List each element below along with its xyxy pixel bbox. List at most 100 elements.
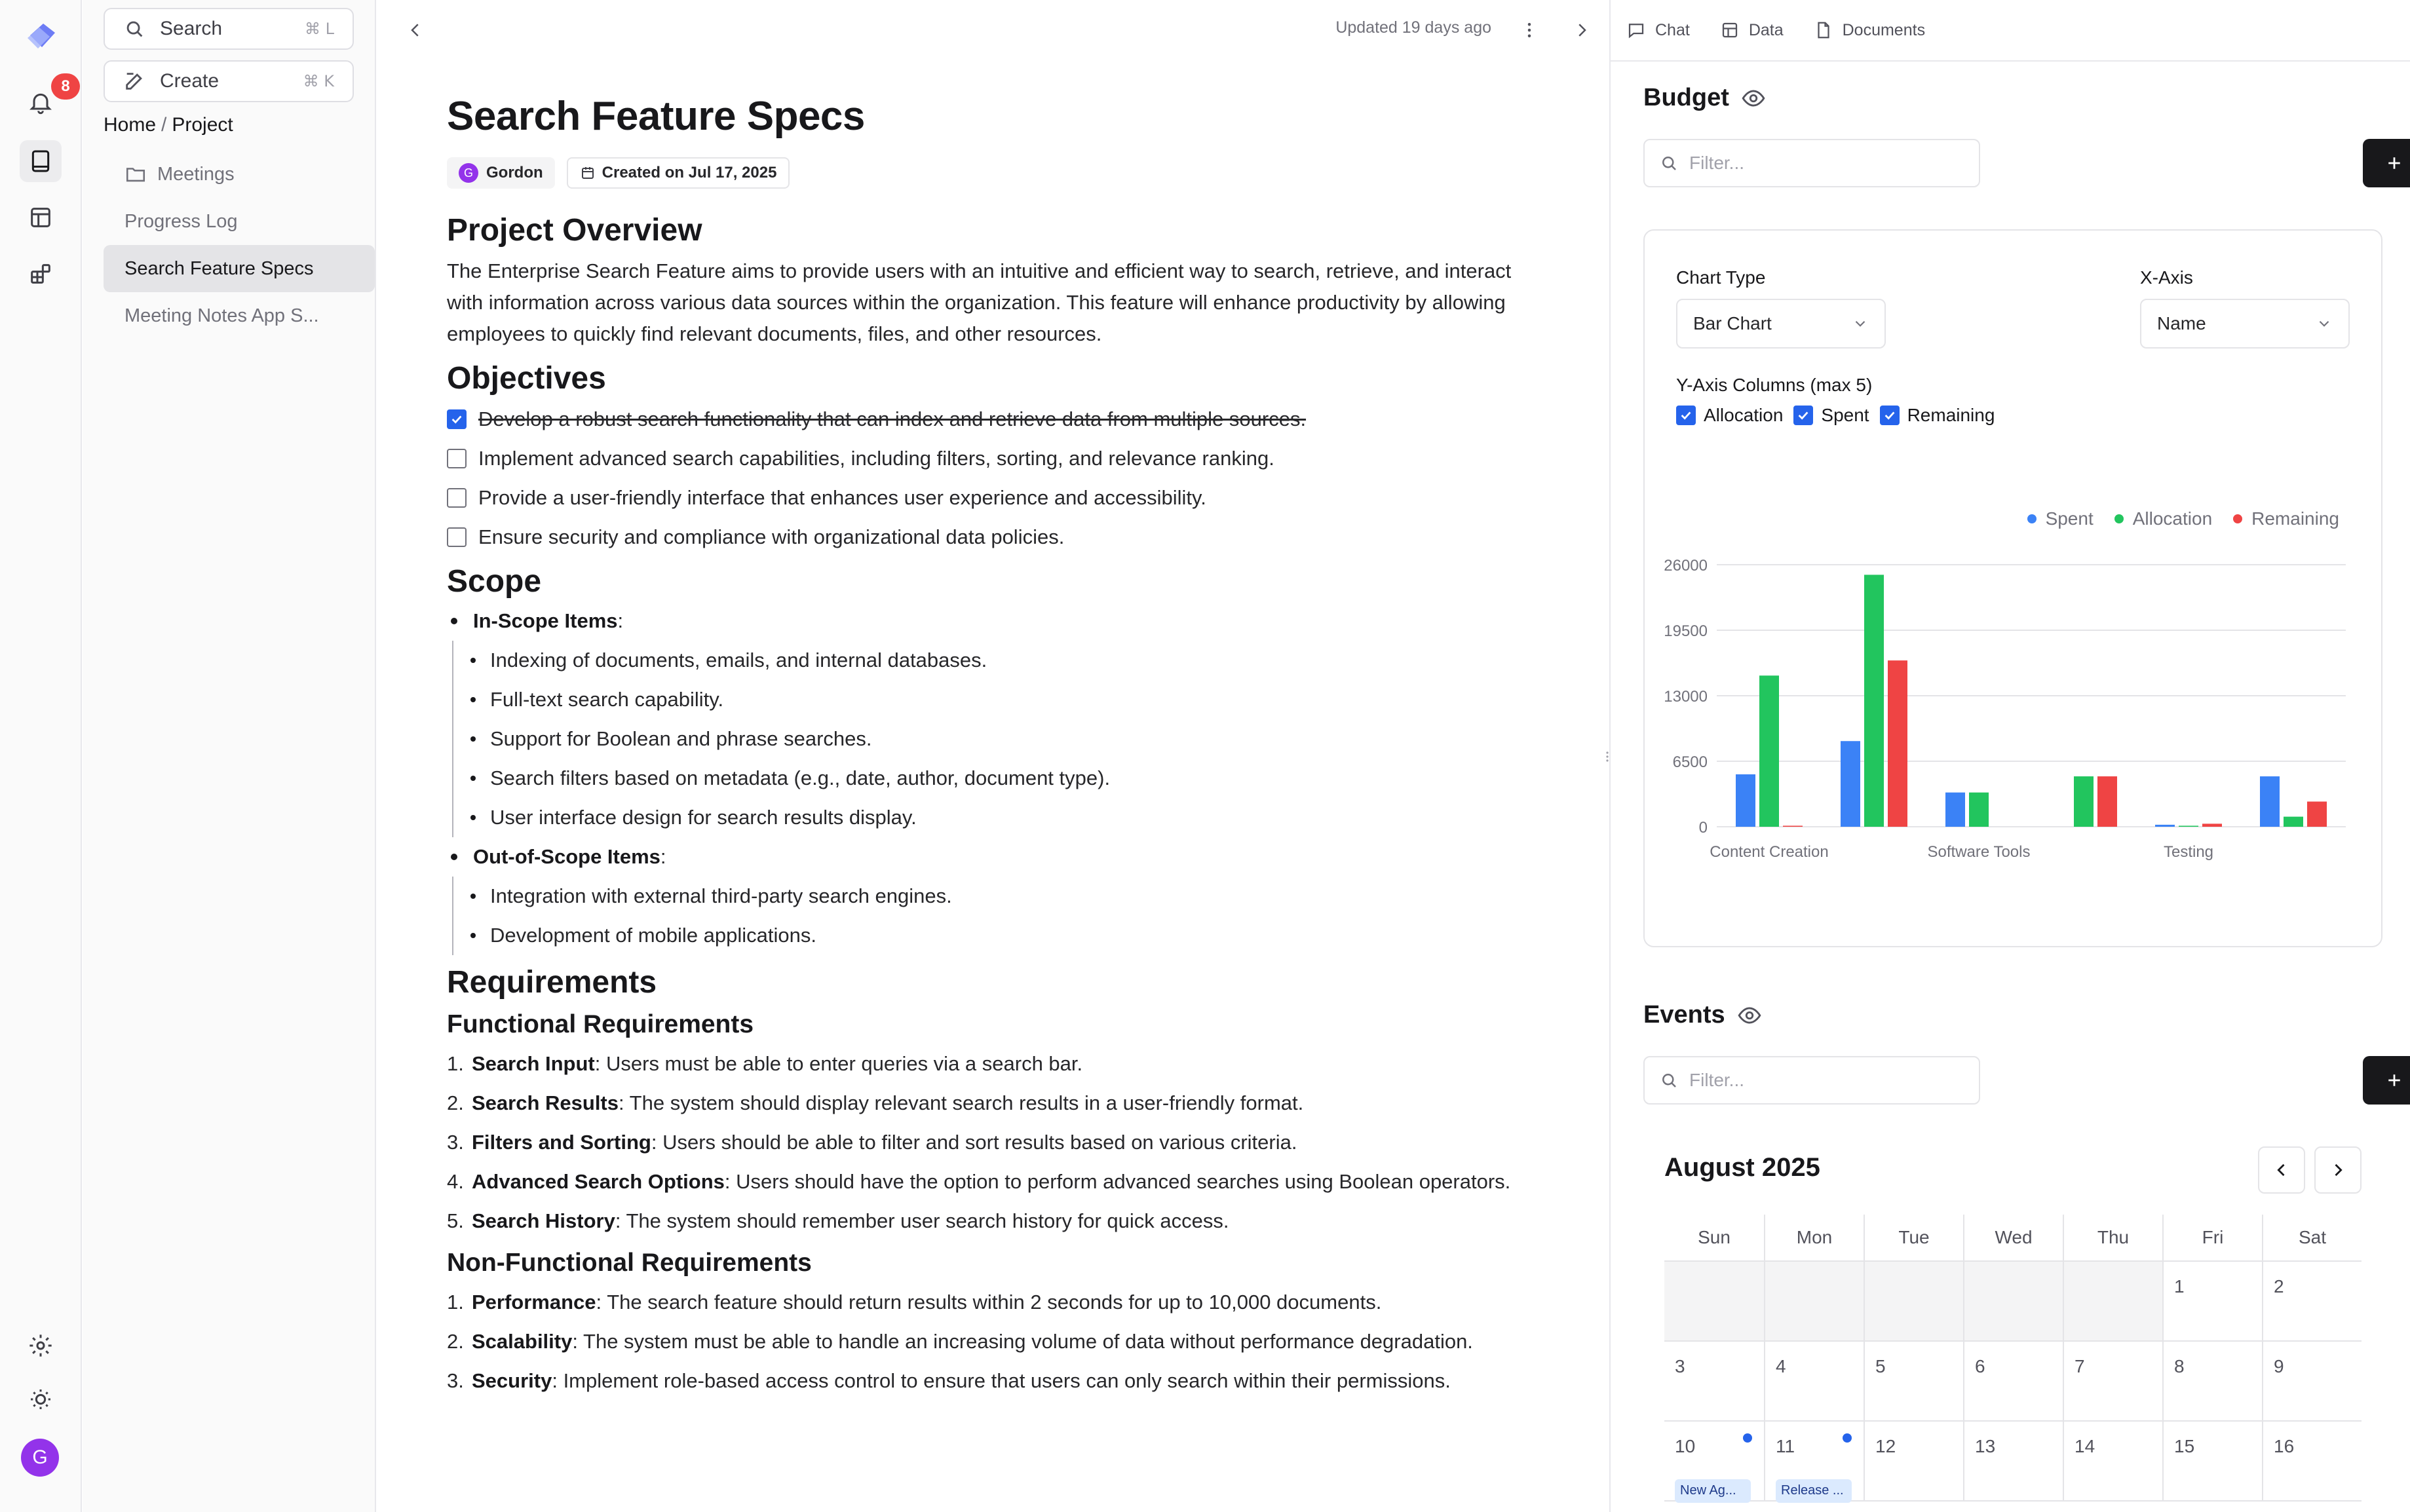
breadcrumb-project[interactable]: Project (172, 114, 233, 136)
app-logo[interactable] (24, 18, 59, 54)
calendar-event[interactable]: New Ag... (1675, 1479, 1751, 1503)
calendar-day-cell[interactable]: 13 (1963, 1422, 2063, 1500)
events-filter-input[interactable] (1689, 1070, 1964, 1091)
checklist-item: Implement advanced search capabilities, … (447, 439, 1521, 478)
calendar-day-cell[interactable]: 12 (1864, 1422, 1963, 1500)
calendar-day-cell[interactable]: 11 Release ... (1764, 1422, 1864, 1503)
sidebar-item-meetings[interactable]: Meetings (104, 151, 375, 198)
add-event-button[interactable] (2363, 1056, 2410, 1105)
back-button[interactable] (401, 16, 430, 45)
calendar-day-cell[interactable] (1963, 1262, 2063, 1340)
chevron-left-icon (2277, 1163, 2285, 1177)
x-axis-select[interactable]: Name (2140, 299, 2350, 349)
settings-button[interactable] (20, 1325, 62, 1367)
calendar-day-cell[interactable]: 7 (2063, 1342, 2162, 1420)
calendar-prev-button[interactable] (2258, 1146, 2305, 1194)
calendar-next-button[interactable] (2314, 1146, 2362, 1194)
y-column-remaining[interactable]: Remaining (1879, 405, 1995, 426)
tab-chat[interactable]: Chat (1626, 20, 1690, 40)
checklist-item: Ensure security and compliance with orga… (447, 518, 1521, 557)
checkbox[interactable] (447, 409, 467, 429)
calendar-day-cell[interactable]: 16 (2262, 1422, 2362, 1500)
calendar-day-cell[interactable]: 5 (1864, 1342, 1963, 1420)
calendar-day-cell[interactable]: 1 (2162, 1262, 2262, 1340)
legend-swatch (2233, 514, 2243, 523)
checkbox[interactable] (447, 527, 467, 547)
calendar-day-cell[interactable] (1864, 1262, 1963, 1340)
bar-allocation (2179, 825, 2198, 827)
y-tick-label: 19500 (1664, 622, 1708, 640)
colon: : (617, 609, 624, 632)
calendar-day-cell[interactable]: 2 (2262, 1262, 2362, 1340)
item-number: 1. (447, 1291, 464, 1314)
chart-card: Chart Type Bar Chart X-Axis Name Y-Axis … (1643, 229, 2382, 947)
calendar-day-cell[interactable]: 4 (1764, 1342, 1864, 1420)
integrations-nav-button[interactable] (20, 253, 62, 295)
more-options-button[interactable] (1515, 16, 1544, 45)
calendar-day-cell[interactable]: 6 (1963, 1342, 2063, 1420)
item-number: 3. (447, 1369, 464, 1392)
y-column-spent[interactable]: Spent (1793, 405, 1869, 426)
forward-button[interactable] (1567, 16, 1596, 45)
calendar-body: 1 2 3 4 5 6 7 8 9 10 New Ag... 11 Release ... 12 13 14 1… (1664, 1262, 2362, 1503)
breadcrumb-home[interactable]: Home (104, 114, 156, 136)
eye-icon[interactable] (1737, 1003, 1762, 1028)
calendar-day-cell[interactable]: 8 (2162, 1342, 2262, 1420)
event-indicator-dot (1843, 1433, 1852, 1443)
add-budget-row-button[interactable] (2363, 139, 2410, 187)
checkbox[interactable] (1676, 406, 1696, 425)
chat-icon (1628, 24, 1644, 39)
author-name: Gordon (486, 164, 543, 181)
calendar-grid: Sun Mon Tue Wed Thu Fri Sat 1 2 3 4 5 6 7 8 9 10 N… (1664, 1215, 2362, 1503)
y-column-allocation[interactable]: Allocation (1676, 405, 1783, 426)
page-title[interactable]: Search Feature Specs (447, 90, 1521, 143)
requirement-text: : Implement role-based access control to… (552, 1369, 1451, 1392)
checklist-item: Provide a user-friendly interface that e… (447, 478, 1521, 518)
list-item-text: Search filters based on metadata (e.g., … (490, 766, 1111, 789)
sidebar-item-meeting-notes[interactable]: Meeting Notes App S... (104, 292, 375, 339)
chart-type-select[interactable]: Bar Chart (1676, 299, 1886, 349)
tab-data[interactable]: Data (1720, 20, 1784, 40)
gear-icon (29, 1334, 52, 1357)
plus-icon (2388, 157, 2400, 169)
docs-nav-button[interactable] (20, 140, 62, 182)
tab-documents[interactable]: Documents (1814, 20, 1925, 40)
create-button[interactable]: Create ⌘ K (104, 60, 354, 102)
search-shortcut: ⌘ L (305, 20, 334, 38)
author-chip[interactable]: G Gordon (447, 157, 555, 189)
calendar-day-cell[interactable]: 10 New Ag... (1664, 1422, 1764, 1503)
document-pane: Updated 19 days ago Search Feature Specs… (377, 0, 1609, 1512)
in-scope-label: In-Scope Items (473, 609, 618, 632)
search-button[interactable]: Search ⌘ L (104, 8, 354, 50)
calendar-day-cell[interactable] (2063, 1262, 2162, 1340)
bar-spent (2155, 824, 2175, 827)
checkbox[interactable] (1879, 406, 1900, 425)
calendar-day-number: 5 (1875, 1356, 1886, 1376)
user-avatar[interactable]: G (21, 1439, 59, 1477)
calendar-event[interactable]: Release ... (1776, 1479, 1852, 1503)
eye-icon[interactable] (1741, 86, 1766, 111)
calendar-day-cell[interactable] (1664, 1262, 1764, 1340)
checkbox[interactable] (447, 488, 467, 508)
checkbox[interactable] (1793, 406, 1814, 425)
tables-nav-button[interactable] (20, 197, 62, 238)
sidebar-item-progress-log[interactable]: Progress Log (104, 198, 375, 245)
chevron-down-icon (1855, 320, 1865, 327)
calendar-day-number: 12 (1875, 1436, 1896, 1456)
calendar-day-cell[interactable]: 3 (1664, 1342, 1764, 1420)
bullet (470, 697, 476, 702)
theme-toggle-button[interactable] (20, 1378, 62, 1420)
search-icon (126, 21, 143, 37)
bullet (470, 658, 476, 663)
search-icon (1662, 157, 1676, 170)
calendar-day-cell[interactable] (1764, 1262, 1864, 1340)
sidebar-item-search-feature-specs[interactable]: Search Feature Specs (104, 245, 375, 292)
requirement-term: Search History (472, 1209, 615, 1232)
checklist-item-text: Provide a user-friendly interface that e… (478, 486, 1206, 509)
calendar-day-cell[interactable]: 14 (2063, 1422, 2162, 1500)
checkbox[interactable] (447, 449, 467, 468)
budget-filter-input[interactable] (1689, 153, 1964, 174)
calendar-day-cell[interactable]: 9 (2262, 1342, 2362, 1420)
calendar-day-cell[interactable]: 15 (2162, 1422, 2262, 1500)
plus-icon (2388, 1074, 2400, 1086)
